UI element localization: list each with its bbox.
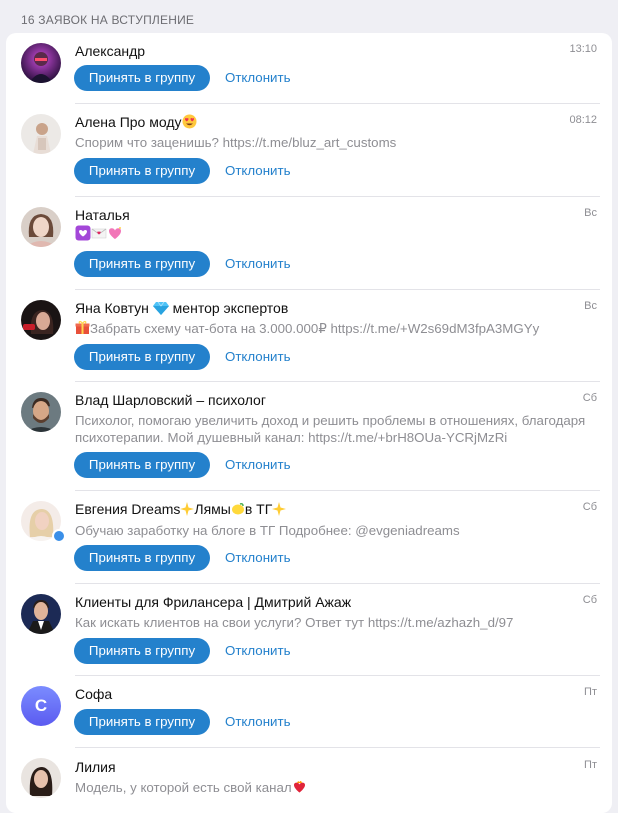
request-time: Пт <box>584 759 597 771</box>
requester-name: Александр <box>75 43 146 59</box>
decline-button[interactable]: Отклонить <box>225 709 291 735</box>
love-letter-emoji <box>91 225 107 245</box>
requester-name: Влад Шарловский – психолог <box>75 392 266 408</box>
accept-button[interactable]: Принять в группу <box>74 65 210 91</box>
sparkling-heart-emoji <box>107 225 123 245</box>
request-message: Как искать клиентов на свои услуги? Отве… <box>75 615 514 630</box>
decline-button[interactable]: Отклонить <box>225 65 291 91</box>
list-item[interactable]: Лилия Пт Модель, у которой есть свой кан… <box>6 748 612 808</box>
request-time: Пт <box>584 686 597 698</box>
requester-name: Алена Про моду <box>75 114 197 132</box>
request-time: Сб <box>582 501 597 513</box>
request-time: Сб <box>582 392 597 404</box>
request-time: Вс <box>584 207 597 219</box>
requester-name: Софа <box>75 686 113 702</box>
requests-count-header: 16 ЗАЯВОК НА ВСТУПЛЕНИЕ <box>21 13 195 27</box>
list-item[interactable]: Александр 13:10 Принять в группу Отклони… <box>6 33 612 104</box>
requester-name: Клиенты для Фрилансера | Дмитрий Ажаж <box>75 594 352 610</box>
request-message: Обучаю заработку на блоге в ТГ Подробнее… <box>75 523 460 538</box>
avatar[interactable] <box>21 594 61 634</box>
request-message: Спорим что заценишь? https://t.me/bluz_a… <box>75 135 397 150</box>
list-item[interactable]: Влад Шарловский – психолог Сб Психолог, … <box>6 382 612 491</box>
gift-emoji <box>75 320 90 339</box>
purple-heart-emoji <box>75 225 91 245</box>
sparkles-emoji <box>272 502 287 519</box>
list-item[interactable]: Евгения Dreams Лямы в ТГ Сб Обучаю заработ… <box>6 491 612 584</box>
decline-button[interactable]: Отклонить <box>225 158 291 184</box>
request-message: Психолог, помогаю увеличить доход и реши… <box>75 413 586 445</box>
request-time: Вс <box>584 300 597 312</box>
decline-button[interactable]: Отклонить <box>225 344 291 370</box>
request-message: Модель, у которой есть свой канал <box>75 779 595 798</box>
sparkles-emoji <box>180 502 195 519</box>
request-message <box>75 225 595 245</box>
join-requests-list: Александр 13:10 Принять в группу Отклони… <box>6 33 612 813</box>
avatar[interactable] <box>21 758 61 798</box>
avatar[interactable] <box>21 43 61 83</box>
list-item[interactable]: Алена Про моду 08:12 Спорим что заценишь… <box>6 104 612 197</box>
avatar[interactable] <box>21 207 61 247</box>
decline-button[interactable]: Отклонить <box>225 638 291 664</box>
accept-button[interactable]: Принять в группу <box>74 251 210 277</box>
heart-eyes-emoji <box>182 114 197 132</box>
decline-button[interactable]: Отклонить <box>225 452 291 478</box>
list-item[interactable]: Яна Ковтун ментор экспертов Вс Забрать с… <box>6 290 612 382</box>
list-item[interactable]: Наталья Вс Принять в группу Отклонить <box>6 197 612 290</box>
requester-name: Яна Ковтун ментор экспертов <box>75 300 289 318</box>
accept-button[interactable]: Принять в группу <box>74 452 210 478</box>
accept-button[interactable]: Принять в группу <box>74 545 210 571</box>
requester-name: Лилия <box>75 759 116 775</box>
avatar[interactable] <box>21 392 61 432</box>
request-message: Забрать схему чат-бота на 3.000.000₽ htt… <box>75 320 595 339</box>
gem-emoji <box>152 301 169 318</box>
requester-name: Наталья <box>75 207 130 223</box>
avatar[interactable] <box>21 300 61 340</box>
accept-button[interactable]: Принять в группу <box>74 158 210 184</box>
accept-button[interactable]: Принять в группу <box>74 709 210 735</box>
accept-button[interactable]: Принять в группу <box>74 638 210 664</box>
decline-button[interactable]: Отклонить <box>225 251 291 277</box>
heart-on-fire-emoji <box>292 779 307 798</box>
request-time: 13:10 <box>569 43 597 55</box>
accept-button[interactable]: Принять в группу <box>74 344 210 370</box>
request-time: Сб <box>582 594 597 606</box>
request-time: 08:12 <box>569 114 597 126</box>
list-item[interactable]: Клиенты для Фрилансера | Дмитрий Ажаж Сб… <box>6 584 612 676</box>
verified-badge-icon <box>52 529 66 543</box>
decline-button[interactable]: Отклонить <box>225 545 291 571</box>
lemon-emoji <box>231 502 245 519</box>
list-item[interactable]: С Софа Пт Принять в группу Отклонить <box>6 676 612 748</box>
avatar[interactable] <box>21 114 61 154</box>
avatar[interactable]: С <box>21 686 61 726</box>
requester-name: Евгения Dreams Лямы в ТГ <box>75 501 287 519</box>
